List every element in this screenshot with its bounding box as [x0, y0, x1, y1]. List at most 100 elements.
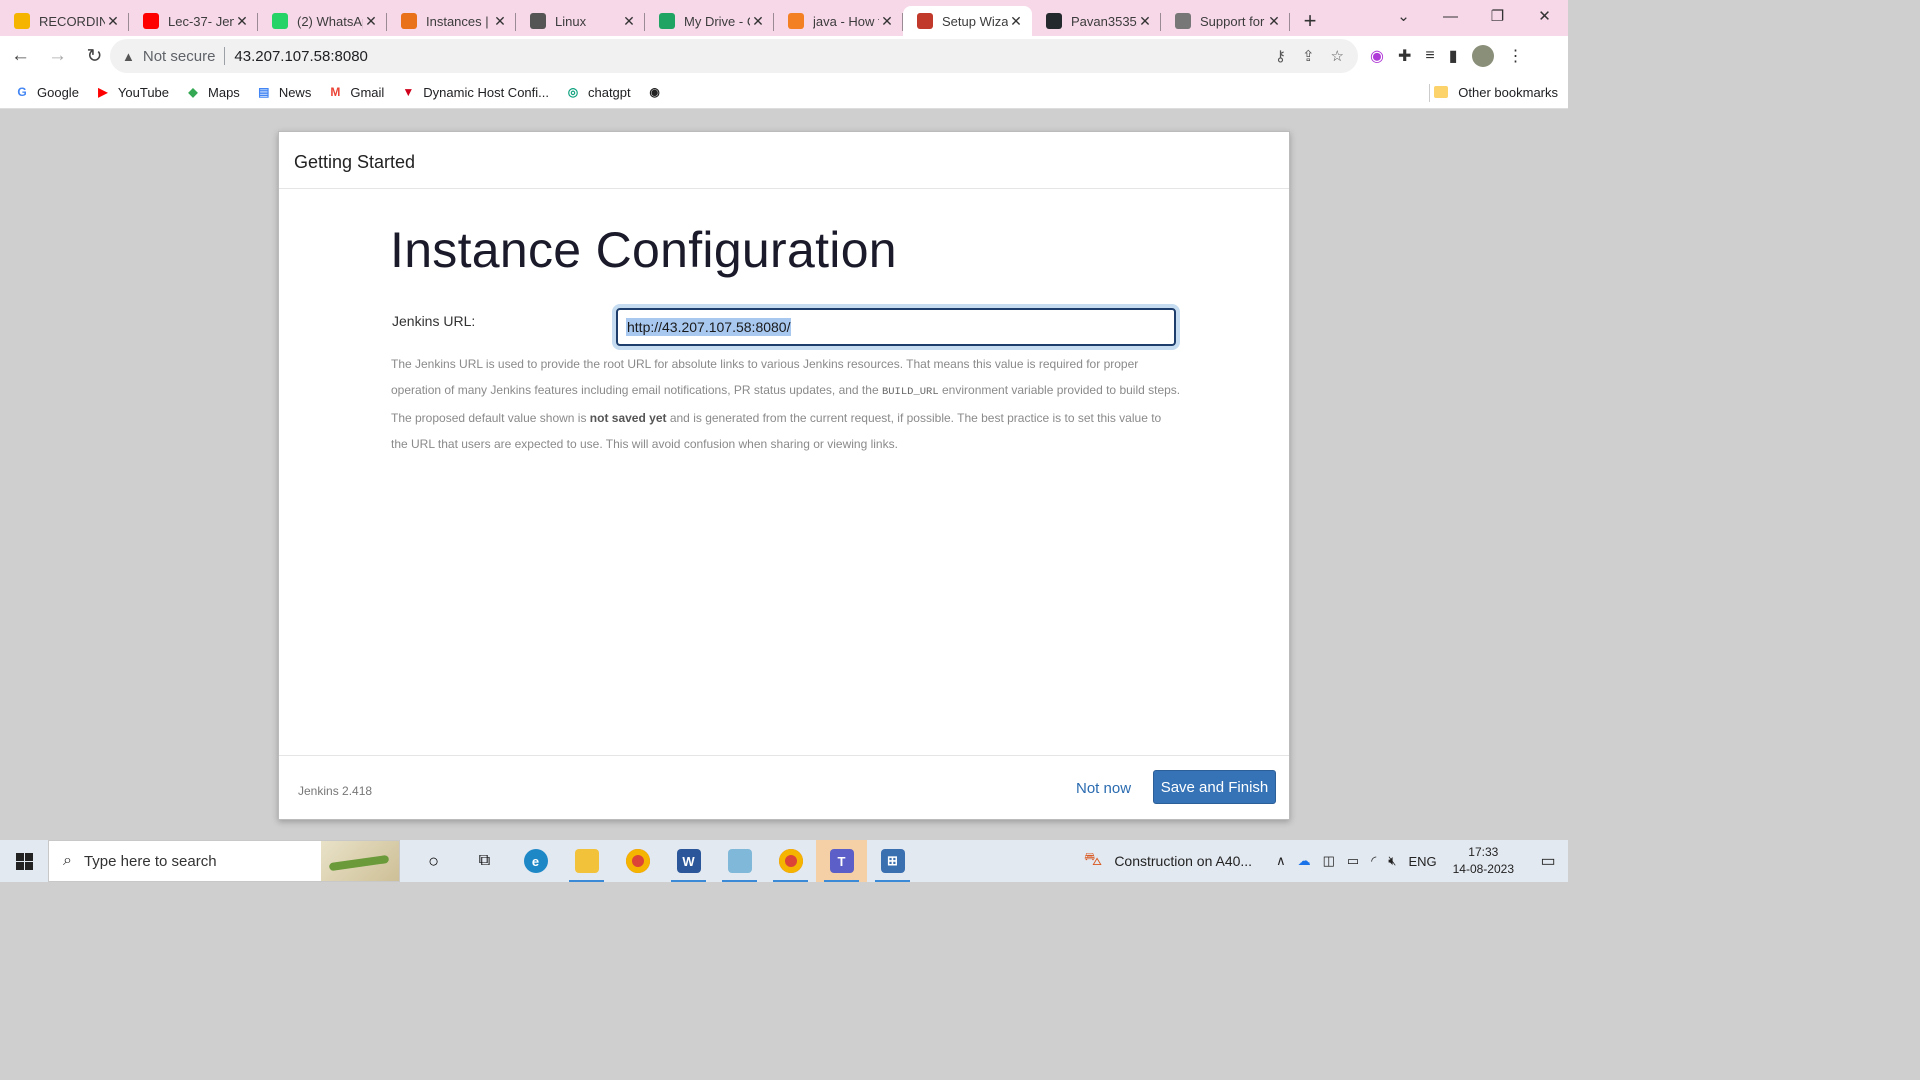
bookmark-item[interactable]: ◎ chatgpt	[565, 84, 631, 100]
bookmark-label: Gmail	[350, 84, 385, 100]
side-panel-icon[interactable]: ▮	[1449, 46, 1458, 66]
chrome-running-icon[interactable]	[765, 840, 816, 882]
tab-strip: RECORDING✕Lec-37- Jen✕(2) WhatsAp✕Instan…	[0, 0, 1568, 36]
browser-tab[interactable]: Support for ✕	[1161, 6, 1290, 36]
browser-tab[interactable]: My Drive - G ✕	[645, 6, 774, 36]
browser-tab[interactable]: Lec-37- Jen ✕	[129, 6, 258, 36]
other-bookmarks[interactable]: Other bookmarks	[1434, 76, 1558, 108]
network-app-icon[interactable]: ⊞	[867, 840, 918, 882]
word-icon[interactable]: W	[663, 840, 714, 882]
battery-icon[interactable]: ▭	[1347, 853, 1359, 869]
close-tab-icon[interactable]: ✕	[750, 13, 766, 30]
browser-tab[interactable]: Linux ✕	[516, 6, 645, 36]
bookmark-item[interactable]: M Gmail	[327, 84, 384, 100]
forward-button[interactable]: →	[41, 40, 74, 73]
bookmark-item[interactable]: ◉	[647, 84, 670, 100]
close-window-button[interactable]: ✕	[1521, 0, 1568, 32]
youtube-icon	[143, 13, 159, 29]
browser-tab[interactable]: Instances | I ✕	[387, 6, 516, 36]
clock[interactable]: 17:33 14-08-2023	[1453, 844, 1514, 878]
profile-avatar[interactable]	[1471, 45, 1494, 67]
close-tab-icon[interactable]: ✕	[879, 13, 895, 30]
build-url-code: BUILD_URL	[881, 386, 939, 398]
notification-icon[interactable]: ▭	[1528, 851, 1568, 871]
clock-date: 14-08-2023	[1452, 862, 1514, 876]
tab-separator	[1289, 13, 1290, 31]
youtube-icon: ▶	[98, 85, 108, 99]
window-controls: ⌄ — ❐ ✕	[1380, 0, 1568, 32]
browser-tab[interactable]: RECORDING✕	[0, 6, 129, 36]
bookmark-item[interactable]: G Google	[14, 84, 79, 100]
bookmark-star-icon[interactable]: ☆	[1331, 47, 1344, 65]
jenkins-url-input[interactable]: http://43.207.107.58:8080/	[616, 308, 1176, 346]
bookmark-label: Google	[37, 84, 79, 100]
minimize-button[interactable]: —	[1427, 0, 1474, 32]
onedrive-icon[interactable]: ☁	[1298, 853, 1311, 869]
start-button[interactable]	[0, 840, 48, 882]
gmail-icon: M	[330, 85, 341, 99]
new-tab-button[interactable]: +	[1290, 6, 1330, 36]
not-now-link[interactable]: Not now	[1076, 780, 1131, 797]
browser-tab[interactable]: (2) WhatsAp ✕	[258, 6, 387, 36]
share-icon[interactable]: ⇪	[1302, 47, 1315, 65]
edge-icon[interactable]: e	[510, 840, 561, 882]
extension-color-icon[interactable]: ◉	[1370, 46, 1384, 66]
address-url[interactable]: 43.207.107.58:8080	[234, 48, 367, 65]
address-bar[interactable]: ▲ Not secure 43.207.107.58:8080 ⚷ ⇪ ☆	[110, 39, 1358, 73]
meet-icon[interactable]: ◫	[1323, 853, 1335, 869]
notepad-icon[interactable]	[714, 840, 765, 882]
bookmark-item[interactable]: ◆ Maps	[185, 84, 239, 100]
tab-title: (2) WhatsAp	[297, 13, 363, 29]
close-tab-icon[interactable]: ✕	[363, 13, 379, 30]
car-alert-icon: ⛍	[1083, 849, 1103, 869]
browser-tab[interactable]: Setup Wizar ✕	[903, 6, 1032, 36]
teams-icon[interactable]: T	[816, 840, 867, 882]
media-control-icon[interactable]: ≡	[1425, 47, 1434, 65]
volume-muted-icon[interactable]: 🔇︎	[1388, 853, 1396, 869]
close-tab-icon[interactable]: ✕	[492, 13, 508, 30]
tab-title: Setup Wizar	[942, 13, 1008, 29]
cortana-icon[interactable]: ○	[408, 840, 459, 882]
news-widget[interactable]: ⛍ Construction on A40...	[1084, 849, 1252, 873]
search-placeholder: Type here to search	[83, 852, 217, 870]
close-tab-icon[interactable]: ✕	[1008, 13, 1024, 30]
close-tab-icon[interactable]: ✕	[1266, 13, 1282, 30]
help-paragraph-2: The proposed default value shown is not …	[391, 411, 1162, 451]
help-text: The Jenkins URL is used to provide the r…	[391, 351, 1181, 457]
folder-icon	[1434, 86, 1449, 98]
tab-title: Pavan3535/	[1071, 13, 1137, 29]
menu-kebab-icon[interactable]: ⋮	[1508, 46, 1524, 66]
setup-wizard-dialog: Getting Started Instance Configuration J…	[278, 131, 1290, 820]
bookmark-item[interactable]: ▼ Dynamic Host Confi...	[400, 84, 549, 100]
save-and-finish-button[interactable]: Save and Finish	[1153, 770, 1276, 804]
browser-tab[interactable]: java - How t ✕	[774, 6, 903, 36]
back-button[interactable]: ←	[4, 40, 37, 73]
jenkins-url-value[interactable]: http://43.207.107.58:8080/	[626, 318, 792, 336]
wifi-icon[interactable]: ◜	[1371, 853, 1376, 869]
bookmark-item[interactable]: ▤ News	[256, 84, 311, 100]
not-secure-label[interactable]: Not secure	[143, 48, 216, 65]
close-tab-icon[interactable]: ✕	[1137, 13, 1153, 30]
password-key-icon[interactable]: ⚷	[1275, 47, 1286, 65]
browser-tab[interactable]: Pavan3535/✕	[1032, 6, 1161, 36]
task-view-icon[interactable]: ⧉	[459, 840, 510, 882]
close-tab-icon[interactable]: ✕	[234, 13, 250, 30]
page-title: Instance Configuration	[390, 222, 897, 278]
file-explorer-icon[interactable]	[561, 840, 612, 882]
bookmark-item[interactable]: ▶ YouTube	[95, 84, 169, 100]
language-indicator[interactable]: ENG	[1408, 854, 1436, 869]
jenkins-icon	[917, 13, 933, 29]
google-drive-icon	[659, 13, 675, 29]
warning-icon[interactable]: ▲	[122, 49, 135, 64]
reload-button[interactable]: ↻	[78, 40, 111, 73]
chrome-icon[interactable]	[612, 840, 663, 882]
taskbar-search[interactable]: ⌕ Type here to search	[48, 840, 400, 882]
other-bookmarks-label: Other bookmarks	[1458, 84, 1558, 100]
close-tab-icon[interactable]: ✕	[621, 13, 637, 30]
aws-icon	[401, 13, 417, 29]
tray-expand-icon[interactable]: ∧	[1276, 853, 1286, 869]
restore-button[interactable]: ❐	[1474, 0, 1521, 32]
extensions-puzzle-icon[interactable]: ✚	[1398, 46, 1411, 66]
tab-search-icon[interactable]: ⌄	[1380, 0, 1427, 32]
close-tab-icon[interactable]: ✕	[105, 13, 121, 30]
